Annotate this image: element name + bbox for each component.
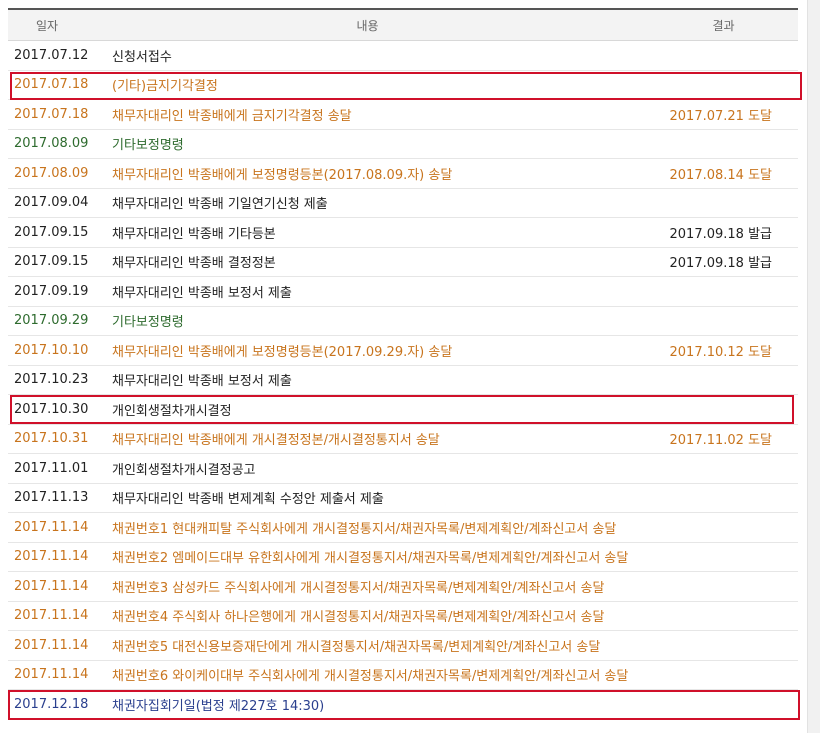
row-date: 2017.09.15 [14, 254, 89, 270]
row-content: 채권번호5 대전신용보증재단에게 개시결정통지서/채권자목록/변제계획안/계좌신… [112, 639, 601, 655]
header-result: 결과 [712, 18, 735, 33]
table-row: 2017.09.15 채무자대리인 박종배 결정정본 2017.09.18 발급 [8, 248, 798, 277]
table-row: 2017.09.15 채무자대리인 박종배 기타등본 2017.09.18 발급 [8, 218, 798, 248]
row-content: 채무자대리인 박종배 보정서 제출 [112, 285, 292, 301]
table-body: 2017.07.12 신청서접수 2017.07.18 (기타)금지기각결정 2017.… [8, 41, 802, 720]
row-date: 2017.09.04 [14, 195, 89, 211]
row-date: 2017.09.19 [14, 283, 89, 299]
row-content: 채무자대리인 박종배 기일연기신청 제출 [112, 197, 328, 213]
table-row: 2017.11.14 채권번호6 와이케이대부 주식회사에게 개시결정통지서/채권… [8, 661, 798, 690]
table-row: 2017.10.30 개인회생절차개시결정 [8, 395, 798, 425]
row-date: 2017.07.18 [14, 77, 89, 93]
table-row: 2017.10.31 채무자대리인 박종배에게 개시결정정본/개시결정통지서 송달… [8, 425, 798, 454]
table-row: 2017.08.09 기타보정명령 [8, 130, 798, 159]
case-history-table: 일자 내용 결과 2017.07.12 신청서접수 2017.07.18 (기타)금지… [8, 8, 802, 720]
row-content: 채권번호1 현대캐피탈 주식회사에게 개시결정통지서/채권자목록/변제계획안/계… [112, 521, 617, 537]
table-row: 2017.11.13 채무자대리인 박종배 변제계획 수정안 제출서 제출 [8, 484, 798, 513]
row-content: 채무자대리인 박종배에게 금지기각결정 송달 [112, 108, 352, 124]
row-date: 2017.11.01 [14, 460, 89, 476]
row-result: 2017.11.02 도달 [669, 433, 773, 449]
table-row: 2017.11.14 채권번호2 엠메이드대부 유한회사에게 개시결정통지서/채권… [8, 543, 798, 572]
row-content: 채무자대리인 박종배에게 개시결정정본/개시결정통지서 송달 [112, 433, 440, 449]
row-date: 2017.11.13 [14, 490, 89, 506]
table-row: 2017.07.18 (기타)금지기각결정 [8, 71, 802, 100]
table-row: 2017.07.18 채무자대리인 박종배에게 금지기각결정 송달 2017.07.… [8, 100, 798, 130]
table-row: 2017.09.19 채무자대리인 박종배 보정서 제출 [8, 277, 798, 307]
table-row: 2017.11.14 채권번호3 삼성카드 주식회사에게 개시결정통지서/채권자목… [8, 572, 798, 602]
row-date: 2017.10.10 [14, 342, 89, 358]
row-date: 2017.10.23 [14, 372, 89, 388]
row-date: 2017.09.29 [14, 313, 89, 329]
row-content: 채권번호6 와이케이대부 주식회사에게 개시결정통지서/채권자목록/변제계획안/… [112, 669, 629, 685]
header-date: 일자 [35, 18, 59, 33]
row-content: 채무자대리인 박종배 변제계획 수정안 제출서 제출 [112, 492, 384, 508]
row-content: 신청서접수 [112, 49, 172, 65]
row-content: 기타보정명령 [112, 138, 184, 154]
table-row: 2017.11.14 채권번호1 현대캐피탈 주식회사에게 개시결정통지서/채권자… [8, 513, 798, 543]
row-content: 채권번호4 주식회사 하나은행에게 개시결정통지서/채권자목록/변제계획안/계좌… [112, 610, 605, 626]
row-result: 2017.09.18 발급 [669, 226, 773, 242]
row-content: 채권번호2 엠메이드대부 유한회사에게 개시결정통지서/채권자목록/변제계획안/… [112, 551, 629, 567]
table-row: 2017.09.29 기타보정명령 [8, 307, 798, 336]
row-date: 2017.11.14 [14, 608, 89, 624]
row-date: 2017.08.09 [14, 165, 89, 181]
row-content: 채권자집회기일(법정 제227호 14:30) [112, 698, 325, 714]
row-content: 기타보정명령 [112, 315, 184, 331]
table-row: 2017.08.09 채무자대리인 박종배에게 보정명령등본(2017.08.09… [8, 159, 798, 189]
row-date: 2017.10.30 [14, 401, 89, 417]
table-row: 2017.11.01 개인회생절차개시결정공고 [8, 454, 798, 484]
page-right-gutter [807, 0, 820, 733]
table-row: 2017.11.14 채권번호4 주식회사 하나은행에게 개시결정통지서/채권자목… [8, 602, 798, 631]
row-date: 2017.08.09 [14, 136, 89, 152]
row-date: 2017.11.14 [14, 519, 89, 535]
table-row: 2017.11.14 채권번호5 대전신용보증재단에게 개시결정통지서/채권자목록… [8, 631, 798, 661]
row-date: 2017.09.15 [14, 224, 89, 240]
row-result: 2017.08.14 도달 [669, 167, 773, 183]
table-row: 2017.12.18 채권자집회기일(법정 제227호 14:30) [8, 690, 800, 720]
row-result: 2017.07.21 도달 [669, 108, 773, 124]
header-content: 내용 [356, 18, 379, 33]
row-content: 채무자대리인 박종배 결정정본 [112, 256, 276, 272]
table-row: 2017.07.12 신청서접수 [8, 41, 798, 71]
table-row: 2017.10.10 채무자대리인 박종배에게 보정명령등본(2017.09.29… [8, 336, 798, 366]
row-date: 2017.10.31 [14, 431, 89, 447]
row-date: 2017.11.14 [14, 578, 89, 594]
row-date: 2017.07.18 [14, 106, 89, 122]
row-date: 2017.12.18 [14, 696, 89, 712]
row-content: 채권번호3 삼성카드 주식회사에게 개시결정통지서/채권자목록/변제계획안/계좌… [112, 580, 605, 596]
table-row: 2017.10.23 채무자대리인 박종배 보정서 제출 [8, 366, 798, 395]
row-date: 2017.11.14 [14, 667, 89, 683]
row-content: 채무자대리인 박종배에게 보정명령등본(2017.08.09.자) 송달 [112, 167, 453, 183]
row-date: 2017.11.14 [14, 637, 89, 653]
row-content: 개인회생절차개시결정공고 [112, 462, 256, 478]
row-content: 개인회생절차개시결정 [112, 403, 232, 419]
row-result: 2017.09.18 발급 [669, 256, 773, 272]
row-content: 채무자대리인 박종배에게 보정명령등본(2017.09.29.자) 송달 [112, 344, 453, 360]
row-result: 2017.10.12 도달 [669, 344, 773, 360]
row-date: 2017.11.14 [14, 549, 89, 565]
table-header: 일자 내용 결과 [8, 10, 798, 41]
table-row: 2017.09.04 채무자대리인 박종배 기일연기신청 제출 [8, 189, 798, 218]
row-content: 채무자대리인 박종배 보정서 제출 [112, 374, 292, 390]
row-content: 채무자대리인 박종배 기타등본 [112, 226, 276, 242]
row-date: 2017.07.12 [14, 47, 89, 63]
row-content: (기타)금지기각결정 [112, 79, 218, 95]
